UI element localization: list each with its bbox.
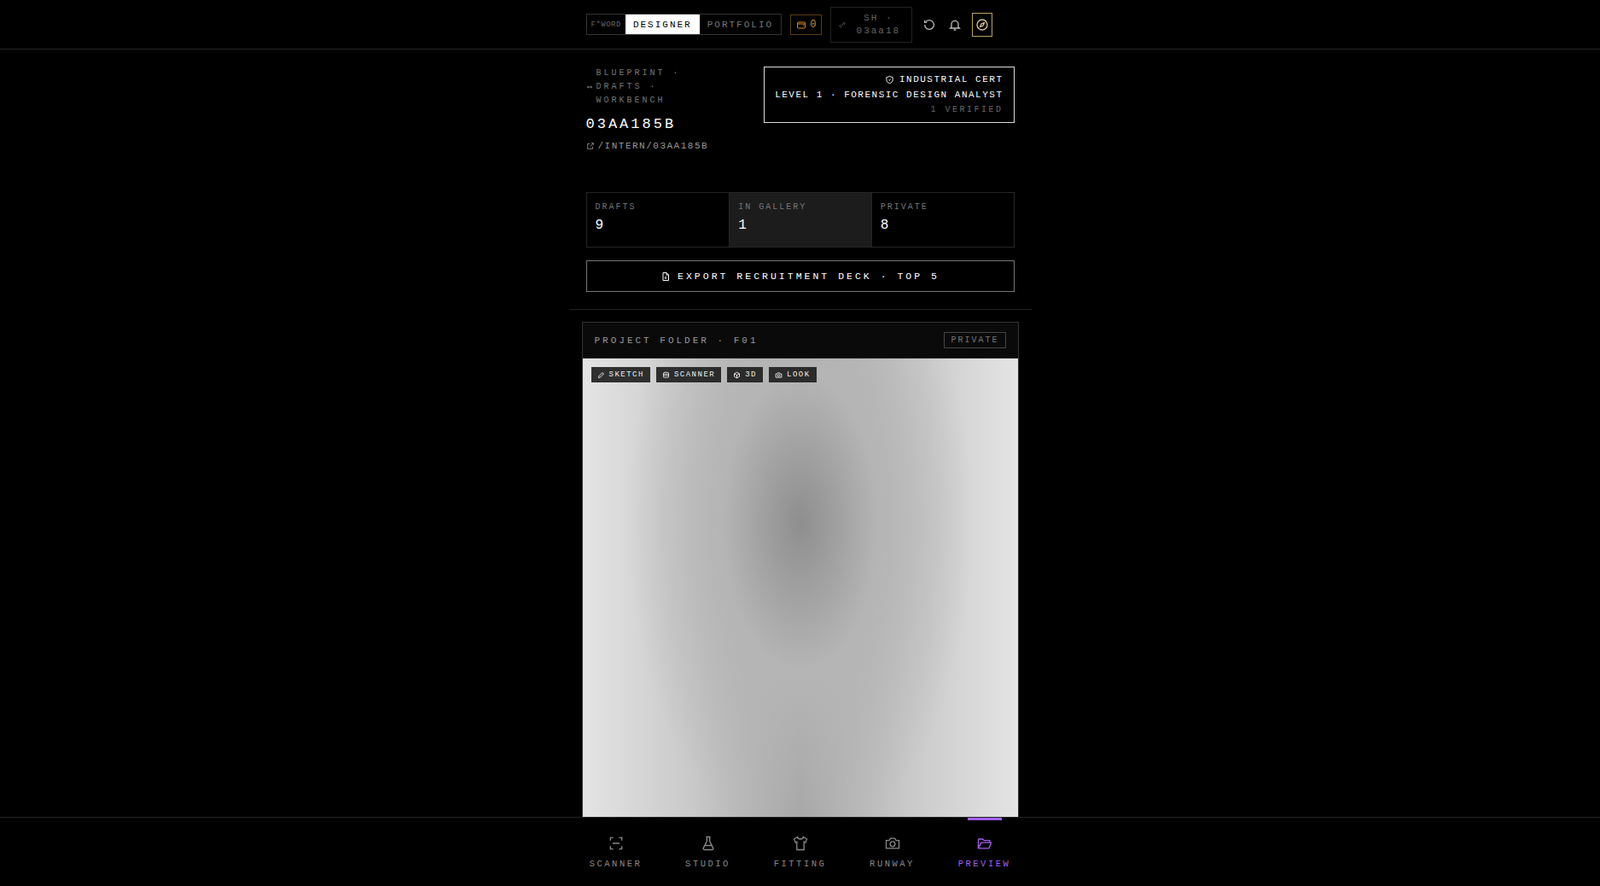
mode-tab[interactable]: PORTFOLIO bbox=[699, 14, 781, 35]
ruler-icon bbox=[586, 83, 594, 91]
wallet-icon bbox=[796, 19, 807, 30]
top-bar: F*WORDDESIGNERPORTFOLIO 0 SH · 03aa18 bbox=[0, 0, 1600, 50]
nav-item[interactable]: RUNWAY bbox=[846, 817, 939, 886]
pencil-icon bbox=[597, 371, 606, 379]
database-icon bbox=[662, 371, 670, 379]
stat-value: 9 bbox=[595, 217, 722, 233]
divider bbox=[569, 308, 1032, 310]
stat-label: PRIVATE bbox=[880, 202, 1006, 212]
stage-tag[interactable]: SCANNER bbox=[656, 366, 722, 383]
stat-cell[interactable]: PRIVATE 8 bbox=[871, 192, 1014, 247]
cert-level: LEVEL 1 · FORENSIC DESIGN ANALYST bbox=[774, 89, 1003, 100]
stat-cell[interactable]: DRAFTS 9 bbox=[587, 192, 730, 247]
stats-row: DRAFTS 9IN GALLERY 1PRIVATE 8 bbox=[586, 192, 1015, 248]
credits-count: 0 bbox=[809, 18, 816, 31]
stage-tag[interactable]: 3D bbox=[727, 366, 763, 383]
tag-list: SKETCH SCANNER 3D LOOK bbox=[591, 366, 817, 383]
nav-label: SCANNER bbox=[589, 858, 643, 869]
link-icon bbox=[837, 20, 847, 30]
compass-icon bbox=[975, 17, 990, 32]
cert-label: INDUSTRIAL CERT bbox=[884, 74, 1004, 85]
mode-tab[interactable]: DESIGNER bbox=[625, 14, 700, 35]
export-button[interactable]: EXPORT RECRUITMENT DECK · TOP 5 bbox=[586, 260, 1015, 292]
camera-icon bbox=[774, 371, 783, 379]
look-photo[interactable]: SKETCH SCANNER 3D LOOK bbox=[582, 358, 1019, 886]
session-id: SH · 03aa18 bbox=[851, 11, 905, 38]
stat-label: DRAFTS bbox=[595, 202, 722, 212]
stat-cell[interactable]: IN GALLERY 1 bbox=[728, 192, 872, 247]
folder-open-icon bbox=[976, 834, 994, 852]
cert-card: INDUSTRIAL CERT LEVEL 1 · FORENSIC DESIG… bbox=[763, 66, 1014, 123]
file-icon bbox=[660, 271, 671, 282]
profile-info: BLUEPRINT · DRAFTS · WORKBENCH 03AA185B … bbox=[586, 66, 710, 152]
profile-header: BLUEPRINT · DRAFTS · WORKBENCH 03AA185B … bbox=[586, 66, 1015, 152]
stage-tag[interactable]: SKETCH bbox=[591, 366, 651, 383]
cube-icon bbox=[733, 371, 741, 379]
nav-item[interactable]: PREVIEW bbox=[938, 817, 1031, 886]
mode-tab[interactable]: F*WORD bbox=[587, 14, 626, 35]
designer-id: 03AA185B bbox=[586, 116, 710, 133]
project-folder: PROJECT FOLDER · F01 PRIVATE SKETCH SCAN… bbox=[581, 321, 1019, 886]
camera-icon bbox=[884, 834, 902, 852]
stat-label: IN GALLERY bbox=[738, 202, 863, 212]
external-link-icon bbox=[586, 141, 595, 151]
folder-header: PROJECT FOLDER · F01 PRIVATE bbox=[582, 322, 1019, 359]
active-indicator bbox=[967, 817, 1002, 821]
folder-title: PROJECT FOLDER · F01 bbox=[594, 335, 759, 346]
refresh-icon bbox=[922, 17, 937, 32]
nav-label: FITTING bbox=[773, 858, 827, 869]
workbench: BLUEPRINT · DRAFTS · WORKBENCH 03AA185B … bbox=[586, 49, 1015, 292]
stat-value: 8 bbox=[880, 217, 1006, 233]
nav-label: PREVIEW bbox=[958, 858, 1012, 869]
mode-switch: F*WORDDESIGNERPORTFOLIO bbox=[586, 13, 783, 35]
breadcrumb: BLUEPRINT · DRAFTS · WORKBENCH bbox=[586, 66, 710, 108]
profile-link-text: /INTERN/03AA185B bbox=[598, 140, 710, 152]
notifications-button[interactable] bbox=[946, 16, 964, 34]
session-badge[interactable]: SH · 03aa18 bbox=[830, 6, 913, 43]
refresh-button[interactable] bbox=[920, 16, 938, 34]
stage-tag[interactable]: LOOK bbox=[768, 366, 817, 383]
bottom-nav: SCANNER STUDIO FITTING RUNWAY PREVIEW bbox=[0, 816, 1600, 886]
shield-icon bbox=[884, 75, 895, 85]
profile-link[interactable]: /INTERN/03AA185B bbox=[586, 140, 710, 152]
page: F*WORDDESIGNERPORTFOLIO 0 SH · 03aa18 BL… bbox=[0, 0, 1600, 886]
scan-icon bbox=[607, 834, 625, 852]
top-bar-content: F*WORDDESIGNERPORTFOLIO 0 SH · 03aa18 bbox=[586, 6, 1015, 43]
visibility-badge[interactable]: PRIVATE bbox=[943, 331, 1006, 349]
breadcrumb-text: BLUEPRINT · DRAFTS · WORKBENCH bbox=[596, 66, 693, 108]
explore-button[interactable] bbox=[971, 12, 993, 37]
stat-value: 1 bbox=[738, 217, 863, 233]
nav-items: SCANNER STUDIO FITTING RUNWAY PREVIEW bbox=[570, 817, 1031, 886]
bell-icon bbox=[948, 17, 962, 32]
nav-item[interactable]: SCANNER bbox=[570, 817, 663, 886]
nav-label: RUNWAY bbox=[869, 858, 915, 869]
flask-icon bbox=[699, 834, 717, 852]
cert-verified: 1 VERIFIED bbox=[930, 104, 1003, 115]
credits-badge[interactable]: 0 bbox=[790, 14, 822, 35]
shirt-icon bbox=[791, 834, 809, 852]
nav-item[interactable]: FITTING bbox=[754, 817, 847, 886]
nav-item[interactable]: STUDIO bbox=[662, 817, 755, 886]
nav-label: STUDIO bbox=[685, 858, 731, 869]
